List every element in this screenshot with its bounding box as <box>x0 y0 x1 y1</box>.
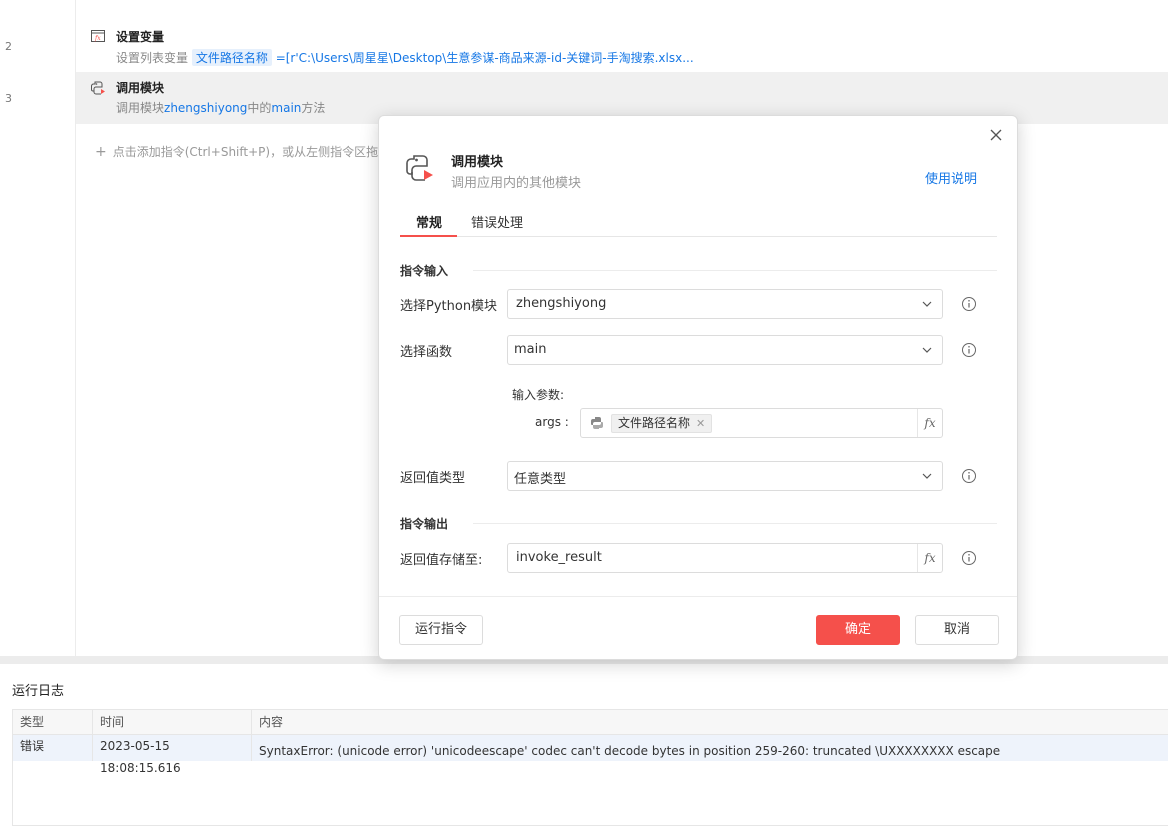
python-module-icon <box>406 155 433 181</box>
python-icon <box>591 417 603 429</box>
run-command-button[interactable]: 运行指令 <box>399 615 483 645</box>
info-icon[interactable] <box>961 296 977 312</box>
module-select-value: zhengshiyong <box>516 296 607 311</box>
function-select-value: main <box>514 342 547 357</box>
module-name: zhengshiyong <box>164 101 248 115</box>
log-type: 错误 <box>13 735 93 761</box>
info-icon[interactable] <box>961 550 977 566</box>
chevron-down-icon <box>922 473 932 479</box>
line-number: 2 <box>5 40 12 53</box>
log-content: SyntaxError: (unicode error) 'unicodeesc… <box>259 744 1001 758</box>
command-title: 调用模块 <box>116 81 165 95</box>
line-gutter: 2 3 <box>0 0 76 656</box>
tab-error-handling[interactable]: 错误处理 <box>471 212 523 231</box>
desc-suffix: 方法 <box>301 101 326 115</box>
function-label: 选择函数 <box>400 345 453 360</box>
add-command-hint[interactable]: + 点击添加指令(Ctrl+Shift+P)，或从左侧指令区拖入 <box>95 143 390 160</box>
svg-text:fx: fx <box>94 35 101 42</box>
fx-icon[interactable]: fx <box>917 409 942 437</box>
cancel-button[interactable]: 取消 <box>915 615 999 645</box>
variable-chip: 文件路径名称 <box>191 49 272 66</box>
top-cut-row <box>76 0 1168 4</box>
module-select[interactable]: zhengshiyong <box>507 289 943 319</box>
args-input[interactable]: 文件路径名称 ✕ fx <box>580 408 943 438</box>
return-type-label: 返回值类型 <box>400 471 466 486</box>
command-description: 设置列表变量 文件路径名称 =[r'C:\Users\周星星\Desktop\生… <box>116 49 694 66</box>
log-col-type: 类型 <box>13 710 93 734</box>
log-time: 2023-05-15 18:08:15.616 <box>93 735 252 775</box>
function-select[interactable]: main <box>507 335 943 365</box>
dialog-footer-divider <box>379 596 1017 597</box>
desc-prefix: 设置列表变量 <box>116 51 189 65</box>
info-icon[interactable] <box>961 468 977 484</box>
section-output-title: 指令输出 <box>400 517 449 531</box>
fx-icon[interactable]: fx <box>917 544 942 572</box>
variable-value: =[r'C:\Users\周星星\Desktop\生意参谋-商品来源-id-关键… <box>275 51 694 65</box>
args-label: args : <box>535 415 569 429</box>
log-header: 类型 时间 内容 <box>13 710 1168 735</box>
input-params-title: 输入参数: <box>512 388 565 402</box>
active-tab-indicator <box>400 235 457 237</box>
table-row[interactable]: 错误 2023-05-15 18:08:15.616 SyntaxError: … <box>13 735 1168 775</box>
variable-icon: fx <box>91 30 105 42</box>
plus-icon: + <box>95 144 107 160</box>
log-table: 类型 时间 内容 错误 2023-05-15 18:08:15.616 Synt… <box>12 709 1168 826</box>
variable-chip[interactable]: 文件路径名称 ✕ <box>611 414 713 433</box>
dialog-title: 调用模块 <box>451 155 504 170</box>
desc-prefix: 调用模块 <box>116 101 165 115</box>
section-divider <box>473 523 997 524</box>
command-row-set-variable[interactable]: fx 设置变量 设置列表变量 文件路径名称 =[r'C:\Users\周星星\D… <box>76 22 1168 74</box>
dialog-tabs: 常规 错误处理 <box>400 204 997 237</box>
store-result-value: invoke_result <box>516 550 602 565</box>
store-result-input[interactable]: invoke_result fx <box>507 543 943 573</box>
chevron-down-icon <box>922 347 932 353</box>
store-result-label: 返回值存储至: <box>400 553 483 568</box>
add-hint-text: 点击添加指令(Ctrl+Shift+P)，或从左侧指令区拖入 <box>112 145 391 159</box>
module-label: 选择Python模块 <box>400 299 498 314</box>
confirm-button[interactable]: 确定 <box>816 615 900 645</box>
command-description: 调用模块zhengshiyong中的main方法 <box>116 99 325 116</box>
log-col-time: 时间 <box>93 710 252 734</box>
section-input-title: 指令输入 <box>400 264 449 278</box>
log-title: 运行日志 <box>12 684 65 699</box>
close-icon[interactable] <box>987 126 1005 144</box>
chip-label: 文件路径名称 <box>618 416 691 430</box>
return-type-value: 任意类型 <box>514 472 567 487</box>
method-name: main <box>271 101 302 115</box>
chip-remove-icon[interactable]: ✕ <box>696 417 705 430</box>
section-divider <box>473 270 997 271</box>
log-col-content: 内容 <box>259 715 284 729</box>
python-module-icon <box>91 81 105 95</box>
tab-general[interactable]: 常规 <box>416 212 442 231</box>
help-link[interactable]: 使用说明 <box>925 168 977 187</box>
info-icon[interactable] <box>961 342 977 358</box>
dialog-subtitle: 调用应用内的其他模块 <box>451 176 582 191</box>
invoke-module-dialog: 调用模块 调用应用内的其他模块 使用说明 常规 错误处理 指令输入 选择Pyth… <box>378 115 1018 660</box>
command-title: 设置变量 <box>116 30 165 44</box>
return-type-select[interactable]: 任意类型 <box>507 461 943 491</box>
chevron-down-icon <box>922 301 932 307</box>
line-number: 3 <box>5 92 12 105</box>
app-window: 2 3 fx 设置变量 设置列表变量 文件路径名称 =[r'C:\Users\周… <box>0 0 1168 826</box>
desc-mid: 中的 <box>247 101 272 115</box>
